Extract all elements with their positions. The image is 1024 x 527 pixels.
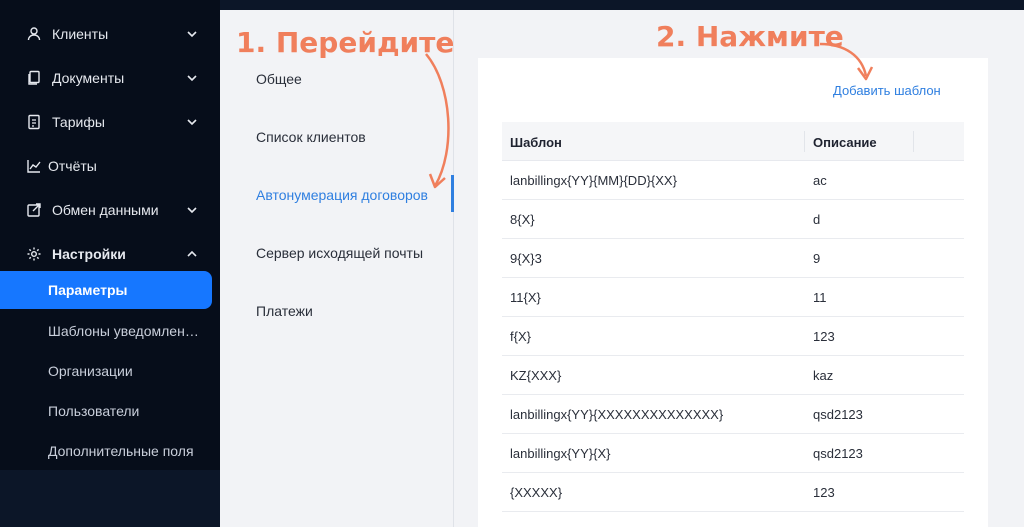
cell-template: lanbillingx{YY}{XXXXXXXXXXXXXX} <box>510 407 724 422</box>
sidebar-item-documents[interactable]: Документы <box>0 60 220 96</box>
table-header: Шаблон Описание <box>502 122 964 161</box>
cell-description: kaz <box>813 368 834 383</box>
cell-template: 9{X}3 <box>510 251 542 266</box>
sidebar-item-reports[interactable]: Отчёты <box>0 148 220 184</box>
cell-description: 9 <box>813 251 821 266</box>
cell-template: lanbillingx{YY}{MM}{DD}{XX} <box>510 173 677 188</box>
sidebar-item-label: Тарифы <box>52 114 105 130</box>
sidebar-subitem-additional-fields[interactable]: Дополнительные поля <box>0 432 212 470</box>
sidebar-subitem-label: Организации <box>48 363 133 379</box>
cell-template: 11{X} <box>510 290 541 305</box>
table-row[interactable]: KZ{XXX} kaz <box>502 356 964 395</box>
top-bar <box>220 0 1024 10</box>
tariff-icon <box>28 114 40 130</box>
sidebar-item-label: Документы <box>52 70 125 86</box>
cell-description: d <box>813 212 821 227</box>
cell-description: 123 <box>813 329 835 344</box>
sidebar-subitem-notification-templates[interactable]: Шаблоны уведомлений <box>0 312 212 350</box>
sidebar-item-data-exchange[interactable]: Обмен данными <box>0 192 220 228</box>
sidebar-item-label: Клиенты <box>52 26 109 42</box>
sidebar-subitem-label: Пользователи <box>48 403 140 419</box>
chevron-down-icon <box>187 31 197 38</box>
column-divider <box>913 131 914 152</box>
cell-description: 11 <box>813 290 827 305</box>
table-row[interactable]: lanbillingx{YY}{X} qsd2123 <box>502 434 964 473</box>
sidebar-subitem-organizations[interactable]: Организации <box>0 352 212 390</box>
sidebar-subitem-label: Шаблоны уведомлений <box>48 323 200 339</box>
chart-icon <box>27 160 41 173</box>
annotation-step-1: 1. Перейдите <box>236 26 455 59</box>
chevron-down-icon <box>187 75 197 82</box>
sidebar: Клиенты Документы Тарифы Отчёты Обмен да… <box>0 0 220 527</box>
chevron-up-icon <box>187 250 197 257</box>
cell-template: lanbillingx{YY}{X} <box>510 446 611 461</box>
chevron-down-icon <box>187 207 197 214</box>
documents-icon <box>28 70 40 85</box>
sidebar-menu: Клиенты Документы Тарифы Отчёты Обмен да… <box>0 0 220 470</box>
table-row[interactable]: {XXXXX} 123 <box>502 473 964 512</box>
gear-icon <box>27 247 41 261</box>
sidebar-subitem-label: Дополнительные поля <box>48 443 194 459</box>
settings-tab-general[interactable]: Общее <box>256 71 302 87</box>
table-row[interactable]: lanbillingx{YY}{MM}{DD}{XX} ac <box>502 161 964 200</box>
sidebar-subitem-label: Параметры <box>48 282 128 298</box>
chevron-down-icon <box>187 119 197 126</box>
cell-template: {XXXXX} <box>510 485 563 500</box>
settings-tab-contract-autonumbering[interactable]: Автонумерация договоров <box>256 187 428 203</box>
add-template-button[interactable]: Добавить шаблон <box>833 83 941 98</box>
cell-template: KZ{XXX} <box>510 368 562 383</box>
sidebar-item-clients[interactable]: Клиенты <box>0 16 220 52</box>
sidebar-item-tariffs[interactable]: Тарифы <box>0 104 220 140</box>
sidebar-subitem-users[interactable]: Пользователи <box>0 392 212 430</box>
table-row[interactable]: 11{X} 11 <box>502 278 964 317</box>
annotation-step-2: 2. Нажмите <box>656 20 844 53</box>
cell-template: f{X} <box>510 329 531 344</box>
sidebar-subitem-parameters[interactable]: Параметры <box>0 271 212 309</box>
settings-menu: Общее Список клиентов Автонумерация дого… <box>220 10 454 527</box>
user-icon <box>27 27 41 41</box>
table-row[interactable]: f{X} 123 <box>502 317 964 356</box>
cell-template: 8{X} <box>510 212 535 227</box>
settings-tab-client-list[interactable]: Список клиентов <box>256 129 366 145</box>
active-tab-indicator <box>451 175 454 212</box>
cell-description: 123 <box>813 485 835 500</box>
cell-description: ac <box>813 173 827 188</box>
sidebar-item-label: Обмен данными <box>52 202 159 218</box>
table-row[interactable]: 8{X} d <box>502 200 964 239</box>
settings-tab-outgoing-mail-server[interactable]: Сервер исходящей почты <box>256 245 423 261</box>
sidebar-item-label: Отчёты <box>48 158 97 174</box>
column-divider <box>804 131 805 152</box>
sidebar-item-label: Настройки <box>52 246 126 262</box>
table-row[interactable]: lanbillingx{YY}{XXXXXXXXXXXXXX} qsd2123 <box>502 395 964 434</box>
cell-description: qsd2123 <box>813 407 863 422</box>
sidebar-item-settings[interactable]: Настройки <box>0 236 220 272</box>
column-header-template[interactable]: Шаблон <box>510 135 562 150</box>
settings-tab-payments[interactable]: Платежи <box>256 303 313 319</box>
exchange-icon <box>27 203 41 217</box>
table-row[interactable]: 9{X}3 9 <box>502 239 964 278</box>
cell-description: qsd2123 <box>813 446 863 461</box>
column-header-description[interactable]: Описание <box>813 135 877 150</box>
